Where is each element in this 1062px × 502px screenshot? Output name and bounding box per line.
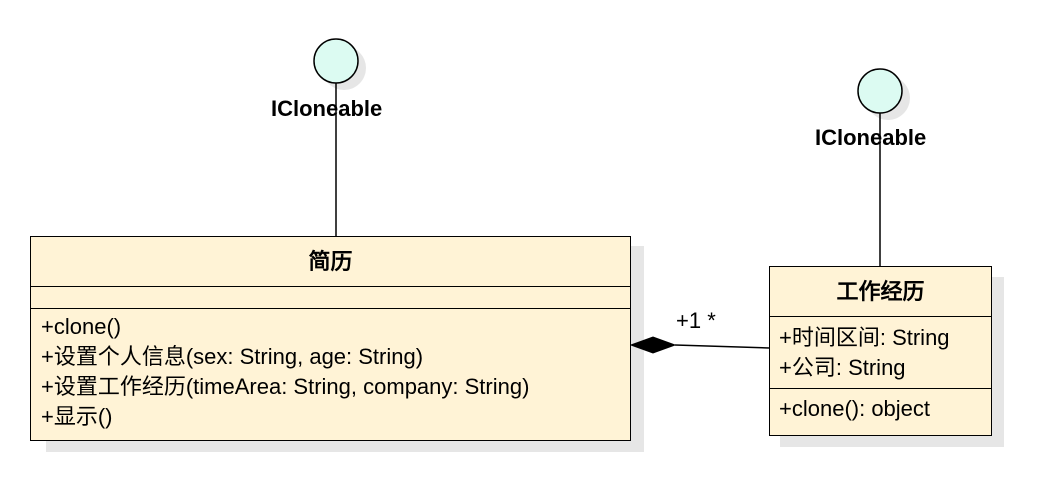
attributes-compartment — [31, 287, 630, 309]
operations-compartment: +clone(): object — [770, 389, 991, 424]
interface-circle-icon[interactable] — [313, 38, 359, 84]
composition-diamond-icon — [629, 336, 677, 354]
operations-compartment: +clone() +设置个人信息(sex: String, age: Strin… — [31, 309, 630, 432]
attribute-item[interactable]: +时间区间: String — [779, 323, 991, 353]
uml-class-diagram: ICloneable ICloneable +1 * 简历 +clone() +… — [0, 0, 1062, 502]
operation-item[interactable]: +显示() — [41, 402, 630, 432]
interface-circle-icon[interactable] — [857, 68, 903, 114]
work-experience-class-box[interactable]: 工作经历 +时间区间: String +公司: String +clone():… — [769, 266, 992, 436]
multiplicity-label: +1 * — [676, 308, 716, 333]
interface-label: ICloneable — [271, 96, 383, 121]
composition-line[interactable] — [674, 344, 770, 349]
class-name: 工作经历 — [770, 267, 991, 317]
operation-item[interactable]: +clone(): object — [779, 394, 991, 424]
resume-class-box[interactable]: 简历 +clone() +设置个人信息(sex: String, age: St… — [30, 236, 631, 441]
interface-label: ICloneable — [815, 125, 927, 150]
operation-item[interactable]: +设置工作经历(timeArea: String, company: Strin… — [41, 372, 630, 402]
operation-item[interactable]: +设置个人信息(sex: String, age: String) — [41, 342, 630, 372]
operation-item[interactable]: +clone() — [41, 312, 630, 342]
attributes-compartment: +时间区间: String +公司: String — [770, 317, 991, 389]
class-name: 简历 — [31, 237, 630, 287]
attribute-item[interactable]: +公司: String — [779, 353, 991, 383]
